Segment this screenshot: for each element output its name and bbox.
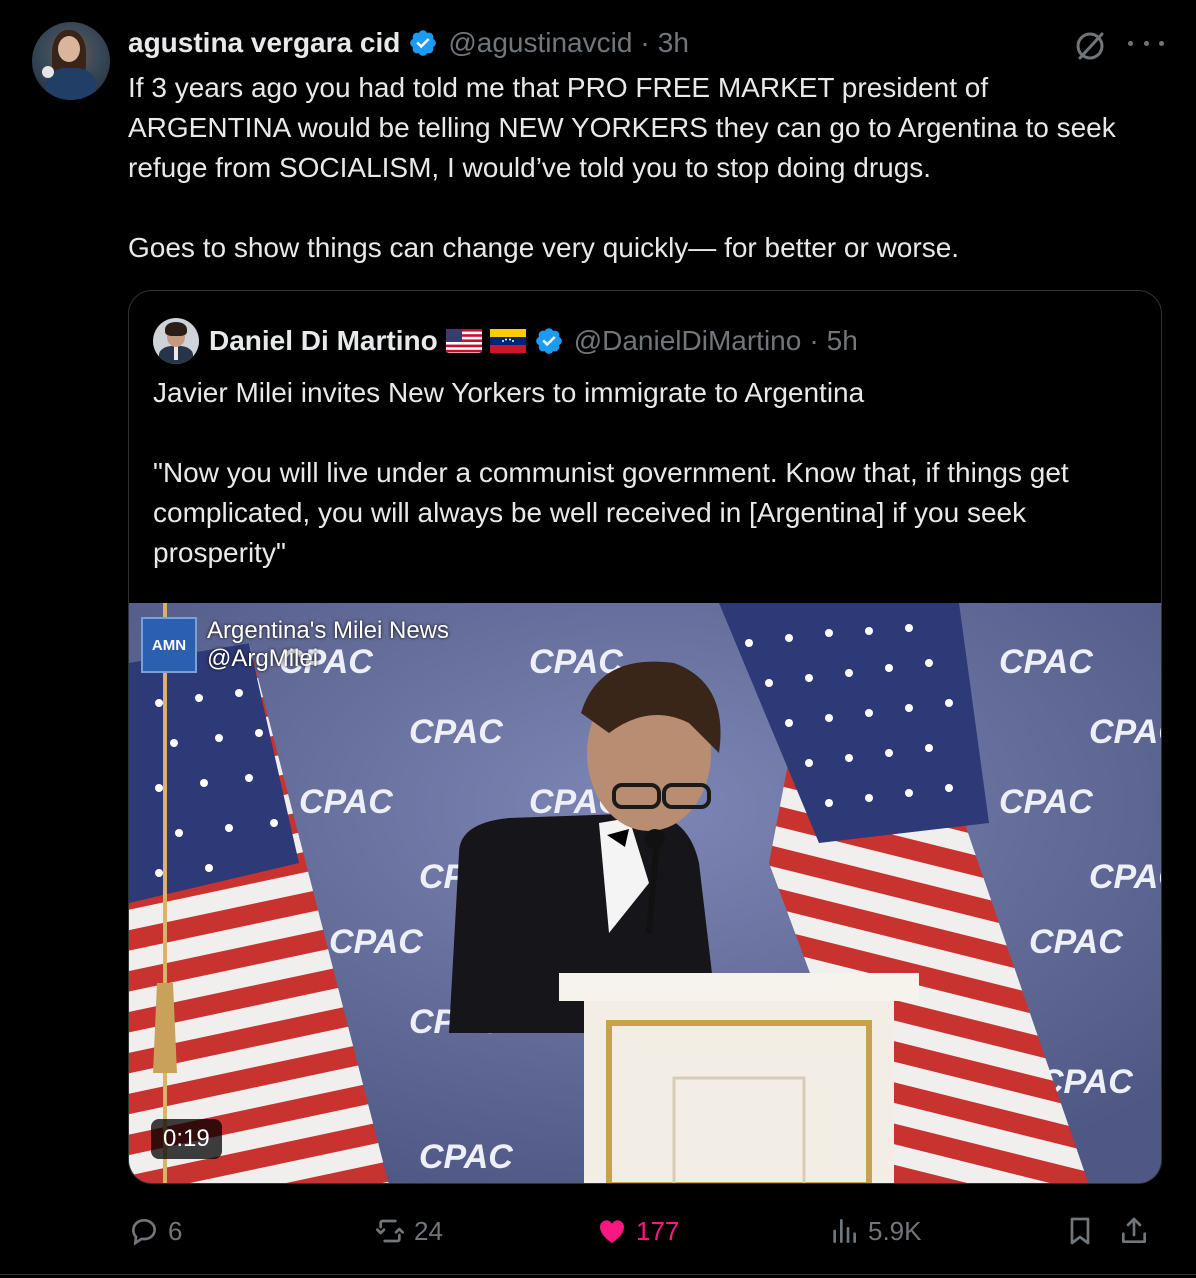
video-watermark: AMN Argentina's Milei News @ArgMilei	[141, 617, 449, 673]
verified-badge-icon	[535, 328, 562, 354]
separator-dot: ·	[809, 325, 819, 356]
quoted-timestamp: 5h	[826, 325, 858, 356]
backdrop-cpac-text: CPAC	[329, 923, 423, 961]
watermark-handle: @ArgMilei	[207, 645, 319, 672]
more-dot	[1143, 40, 1149, 46]
like-button[interactable]: 177	[596, 1208, 679, 1254]
tweet-header: agustina vergara cid @agustinavcid · 3h	[128, 24, 689, 62]
video-frame: CPAC CPAC CPAC CPAC CPAC CPAC CPAC CPA C …	[129, 603, 1162, 1183]
video-player[interactable]: CPAC CPAC CPAC CPAC CPAC CPAC CPAC CPA C …	[129, 603, 1162, 1183]
watermark-logo: AMN	[141, 617, 197, 673]
reply-icon	[131, 1218, 157, 1246]
quoted-text: Javier Milei invites New Yorkers to immi…	[153, 373, 1143, 573]
backdrop-cpac-text: CPAC	[419, 1138, 513, 1176]
repost-count: 24	[414, 1215, 443, 1246]
author-name[interactable]: agustina vergara cid	[128, 27, 400, 59]
backdrop-cpac-text: CPAC	[1089, 858, 1162, 896]
separator-dot: ·	[640, 27, 650, 58]
venezuela-flag-icon	[489, 329, 526, 353]
author-handle[interactable]: @agustinavcid	[448, 27, 632, 59]
watermark-channel-name: Argentina's Milei News	[207, 617, 450, 644]
tweet-timestamp[interactable]: 3h	[658, 27, 689, 59]
more-dot	[1128, 40, 1133, 46]
divider	[0, 1274, 1196, 1275]
repost-icon	[376, 1219, 404, 1243]
avatar-hair	[165, 322, 187, 336]
backdrop-cpac-text: CPAC	[999, 643, 1093, 681]
avatar-microphone	[42, 66, 54, 78]
quoted-author-handle: @DanielDiMartino	[573, 325, 802, 356]
backdrop-cpac-text: CPAC	[999, 783, 1093, 821]
grok-icon[interactable]	[1072, 28, 1108, 64]
views-button[interactable]: 5.9K	[828, 1208, 922, 1254]
quoted-header: Daniel Di Martino @DanielDiMartino · 5h	[153, 318, 858, 364]
quoted-tweet-card[interactable]: Daniel Di Martino @DanielDiMartino · 5h	[128, 290, 1162, 1184]
backdrop-cpac-text: CPAC	[409, 713, 503, 751]
tweet-paragraph: Goes to show things can change very quic…	[128, 232, 960, 263]
backdrop-cpac-text: CPAC	[1029, 923, 1123, 961]
share-icon	[1122, 1217, 1146, 1243]
bookmark-icon	[1070, 1217, 1090, 1245]
tweet-paragraph: If 3 years ago you had told me that PRO …	[128, 72, 1116, 183]
bookmark-button[interactable]	[1064, 1208, 1104, 1254]
views-icon	[833, 1219, 856, 1243]
reply-count: 6	[168, 1215, 183, 1246]
more-icon[interactable]	[1128, 28, 1164, 58]
us-flag-icon	[445, 329, 482, 353]
more-dot	[1159, 40, 1164, 46]
avatar-tie	[174, 346, 178, 360]
like-count: 177	[636, 1215, 680, 1246]
action-bar: 6 24 177 5.9K	[128, 1208, 1168, 1254]
quoted-paragraph: Javier Milei invites New Yorkers to immi…	[153, 377, 865, 408]
quoted-author-avatar	[153, 318, 199, 364]
backdrop-cpac-text: CPAC	[299, 783, 393, 821]
verified-badge-icon	[410, 30, 437, 56]
watermark-text: Argentina's Milei News @ArgMilei	[207, 617, 449, 673]
video-duration-badge: 0:19	[151, 1119, 222, 1159]
share-button[interactable]	[1118, 1208, 1158, 1254]
avatar-face	[58, 36, 80, 62]
tweet-text: If 3 years ago you had told me that PRO …	[128, 68, 1148, 268]
like-icon	[600, 1220, 624, 1243]
backdrop-cpac-text: CPAC	[1089, 713, 1162, 751]
repost-button[interactable]: 24	[374, 1208, 443, 1254]
author-avatar[interactable]	[32, 22, 110, 100]
views-count: 5.9K	[868, 1215, 922, 1246]
reply-button[interactable]: 6	[128, 1208, 182, 1254]
quoted-paragraph: "Now you will live under a communist gov…	[153, 457, 1069, 568]
quoted-author-name: Daniel Di Martino	[209, 325, 438, 356]
